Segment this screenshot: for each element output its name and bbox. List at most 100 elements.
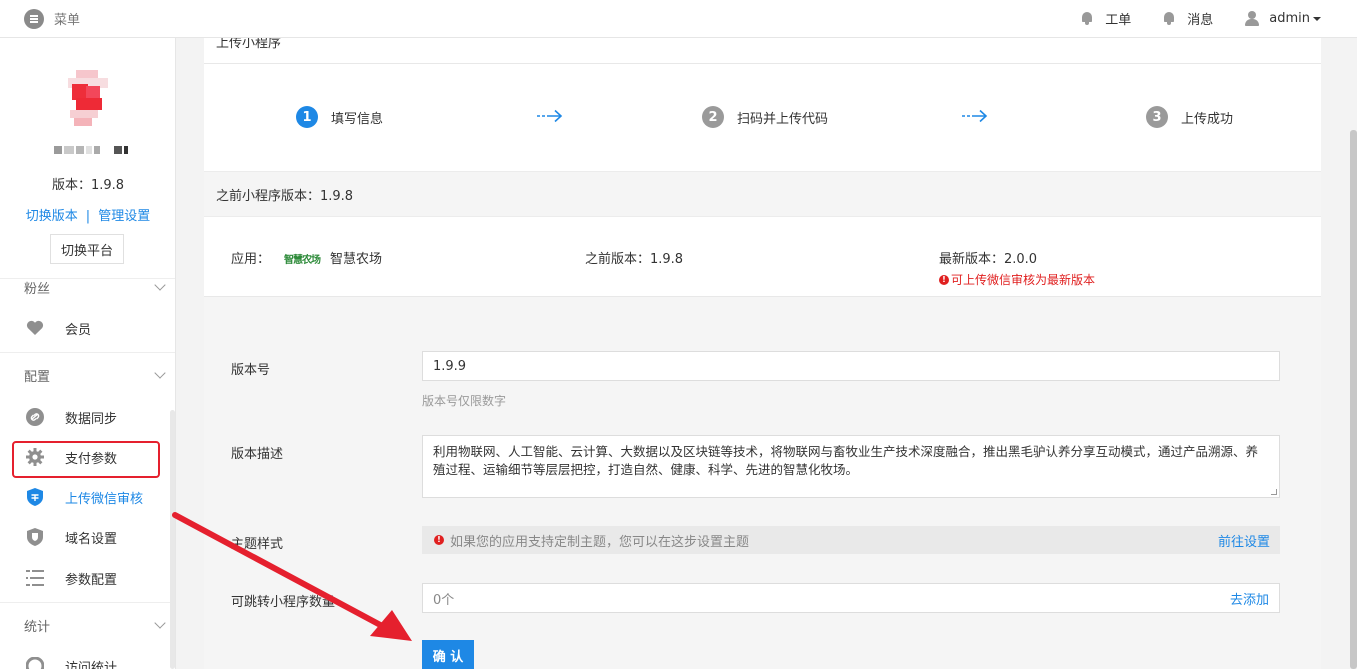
caret-down-icon bbox=[1313, 16, 1321, 21]
ticket-label: 工单 bbox=[1105, 13, 1132, 28]
top-bar: 菜单 工单 消息 admin bbox=[0, 0, 1357, 38]
add-jump-link[interactable]: 去添加 bbox=[1230, 589, 1269, 608]
step-label: 上传成功 bbox=[1181, 111, 1234, 127]
sidebar-item-member[interactable]: 会员 bbox=[0, 310, 175, 346]
arrow-right-icon bbox=[537, 109, 563, 123]
latest-version-block: 最新版本：2.0.0 ! 可上传微信审核为最新版本 bbox=[939, 248, 1095, 288]
latest-version-warning: ! 可上传微信审核为最新版本 bbox=[939, 271, 1095, 288]
theme-hint: 如果您的应用支持定制主题，您可以在这步设置主题 bbox=[450, 534, 750, 550]
step-number: 1 bbox=[296, 106, 318, 128]
alert-icon: ! bbox=[434, 535, 444, 545]
theme-settings-link[interactable]: 前往设置 bbox=[1218, 531, 1270, 550]
menu-button[interactable]: 菜单 bbox=[24, 8, 81, 29]
switch-version-link[interactable]: 切换版本 bbox=[26, 209, 78, 224]
page-scrollbar[interactable] bbox=[1350, 130, 1357, 669]
app-logo: 智慧农场 bbox=[284, 255, 321, 266]
sidebar-scrollbar[interactable] bbox=[170, 410, 175, 669]
prev-version: 之前版本：1.9.8 bbox=[585, 252, 684, 267]
switch-platform-button[interactable]: 切换平台 bbox=[50, 234, 124, 264]
page-title: 上传小程序 bbox=[216, 38, 282, 51]
sidebar-links: 切换版本 | 管理设置 bbox=[0, 205, 175, 224]
menu-label: 菜单 bbox=[54, 13, 81, 28]
warning-text: 可上传微信审核为最新版本 bbox=[951, 273, 1096, 287]
sidebar-item-label: 上传微信审核 bbox=[65, 491, 144, 507]
chevron-down-icon bbox=[154, 279, 166, 291]
main-panel: 上传小程序 1 填写信息 2 扫码并上传代码 3 上传成功 之前小程序版本：1.… bbox=[204, 38, 1321, 669]
description-textarea[interactable]: 利用物联网、人工智能、云计算、大数据以及区块链等技术，将物联网与畜牧业生产技术深… bbox=[422, 435, 1280, 498]
description-value: 利用物联网、人工智能、云计算、大数据以及区块链等技术，将物联网与畜牧业生产技术深… bbox=[433, 444, 1259, 477]
pie-icon bbox=[25, 656, 45, 669]
arrow-right-icon bbox=[962, 109, 988, 123]
manage-settings-link[interactable]: 管理设置 bbox=[98, 209, 150, 224]
version-help-text: 版本号仅限数字 bbox=[422, 394, 507, 408]
sidebar-item-label: 参数配置 bbox=[65, 572, 118, 588]
alert-icon: ! bbox=[939, 274, 949, 285]
jump-count-value: 0个 bbox=[433, 592, 455, 608]
theme-label: 主题样式 bbox=[231, 537, 284, 552]
sidebar-item-label: 会员 bbox=[65, 322, 92, 338]
menu-icon bbox=[24, 8, 44, 29]
step-label: 扫码并上传代码 bbox=[737, 111, 829, 127]
sidebar-item-upload-wechat-review[interactable]: 上传微信审核 bbox=[0, 479, 175, 515]
step-3: 3 上传成功 bbox=[1146, 106, 1233, 128]
section-fans-label: 粉丝 bbox=[24, 282, 51, 297]
blurred-app-name bbox=[54, 146, 128, 154]
sidebar-item-params[interactable]: 参数配置 bbox=[0, 560, 175, 596]
step-2: 2 扫码并上传代码 bbox=[702, 106, 828, 128]
latest-version: 最新版本：2.0.0 bbox=[939, 252, 1038, 267]
app-avatar bbox=[68, 70, 108, 126]
user-icon bbox=[1245, 11, 1260, 26]
message-label: 消息 bbox=[1187, 13, 1214, 28]
sidebar-item-label: 数据同步 bbox=[65, 411, 118, 427]
app-info: 应用： 智慧农场 智慧农场 bbox=[231, 248, 382, 267]
step-number: 3 bbox=[1146, 106, 1168, 128]
version-value: 1.9.9 bbox=[433, 358, 467, 374]
step-label: 填写信息 bbox=[331, 111, 384, 127]
annotation-highlight-box bbox=[12, 441, 160, 478]
sidebar-item-label: 域名设置 bbox=[65, 531, 118, 547]
jump-count-label: 可跳转小程序数量 bbox=[231, 595, 336, 610]
version-input[interactable]: 1.9.9 bbox=[422, 351, 1280, 381]
user-name: admin bbox=[1269, 11, 1310, 26]
bell-icon bbox=[1081, 12, 1093, 25]
section-stats[interactable]: 统计 bbox=[0, 616, 175, 636]
list-icon bbox=[25, 568, 45, 588]
link-icon bbox=[25, 407, 45, 427]
jump-count-field[interactable]: 0个 去添加 bbox=[422, 583, 1280, 613]
prev-version-bar: 之前小程序版本：1.9.8 bbox=[204, 171, 1321, 217]
app-label: 应用： bbox=[231, 252, 271, 267]
heart-icon bbox=[25, 318, 45, 338]
sidebar-item-label: 访问统计 bbox=[65, 660, 118, 669]
top-right-actions: 工单 消息 admin bbox=[1049, 0, 1321, 37]
link-separator: | bbox=[85, 209, 91, 224]
shield-icon bbox=[25, 527, 45, 547]
message-button[interactable]: 消息 bbox=[1163, 9, 1213, 28]
shield-icon bbox=[25, 487, 45, 507]
chevron-down-icon bbox=[154, 367, 166, 379]
bell-icon bbox=[1163, 12, 1175, 25]
app-name: 智慧农场 bbox=[330, 252, 383, 267]
description-label: 版本描述 bbox=[231, 447, 284, 462]
theme-hint-bar: ! 如果您的应用支持定制主题，您可以在这步设置主题 前往设置 bbox=[422, 526, 1280, 554]
sidebar-item-visit-stats[interactable]: 访问统计 bbox=[0, 648, 175, 669]
section-config[interactable]: 配置 bbox=[0, 366, 175, 386]
sidebar: 版本：1.9.8 切换版本 | 管理设置 切换平台 粉丝 会员 配置 数据同步 支付… bbox=[0, 38, 176, 669]
version-label: 版本号 bbox=[231, 363, 271, 378]
upload-form: 版本号 1.9.9 版本号仅限数字 版本描述 利用物联网、人工智能、云计算、大数… bbox=[204, 296, 1321, 669]
step-1: 1 填写信息 bbox=[296, 106, 383, 128]
divider bbox=[0, 352, 175, 353]
ticket-button[interactable]: 工单 bbox=[1081, 9, 1131, 28]
chevron-down-icon bbox=[154, 617, 166, 629]
section-stats-label: 统计 bbox=[24, 620, 51, 635]
sidebar-item-data-sync[interactable]: 数据同步 bbox=[0, 399, 175, 435]
resize-handle-icon[interactable] bbox=[1271, 489, 1277, 495]
user-menu[interactable]: admin bbox=[1245, 11, 1321, 26]
divider bbox=[204, 63, 1321, 64]
divider bbox=[0, 602, 175, 603]
step-number: 2 bbox=[702, 106, 724, 128]
section-fans[interactable]: 粉丝 bbox=[0, 278, 175, 298]
section-config-label: 配置 bbox=[24, 370, 51, 385]
confirm-button[interactable]: 确 认 bbox=[422, 640, 474, 669]
current-version: 版本：1.9.8 bbox=[51, 178, 125, 193]
sidebar-item-domain[interactable]: 域名设置 bbox=[0, 519, 175, 555]
